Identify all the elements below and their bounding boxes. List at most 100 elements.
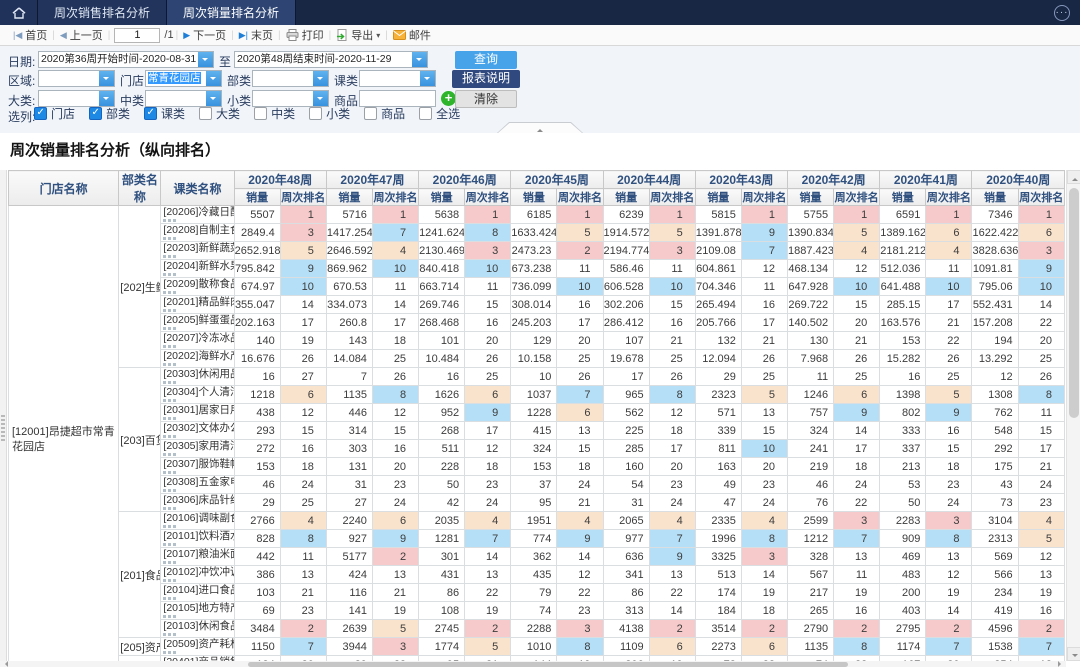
window-menu-icon[interactable]: ··· (1054, 5, 1070, 21)
next-page-button[interactable]: ▶下一页 (178, 27, 231, 43)
panel-collapse-handle[interactable] (497, 122, 583, 133)
trend-mini-icon[interactable] (163, 255, 176, 258)
export-button[interactable]: 导出▾ (331, 27, 385, 43)
qty-cell: 811 (695, 440, 741, 458)
add-goods-icon[interactable]: + (441, 91, 456, 106)
vertical-scrollbar[interactable] (1066, 170, 1080, 661)
query-button[interactable]: 查询 (455, 51, 517, 69)
class-name-cell: [20203]新鲜蔬菜 (161, 242, 234, 260)
mail-button[interactable]: 邮件 (388, 27, 436, 43)
trend-mini-icon[interactable] (163, 219, 176, 222)
rank-cell: 14 (741, 566, 787, 584)
column-checkbox-4[interactable]: 中类 (254, 105, 295, 122)
date-from-select[interactable]: 2020第36周开始时间-2020-08-31 (38, 51, 214, 68)
trend-mini-icon[interactable] (163, 345, 176, 348)
trend-mini-icon[interactable] (163, 597, 176, 600)
qty-cell: 29 (234, 494, 280, 512)
qty-cell: 140 (234, 332, 280, 350)
trend-mini-icon[interactable] (163, 435, 176, 438)
column-checkbox-3[interactable]: 大类 (199, 105, 240, 122)
trend-mini-icon[interactable] (163, 525, 176, 528)
horizontal-scroll-thumb[interactable] (248, 662, 848, 667)
trend-mini-icon[interactable] (163, 615, 176, 618)
dept-select[interactable] (252, 70, 329, 87)
qty-cell: 362 (511, 548, 557, 566)
trend-mini-icon[interactable] (163, 309, 176, 312)
dropdown-arrow-icon[interactable] (313, 91, 328, 106)
checkbox-checked-icon[interactable] (144, 107, 157, 120)
store-select[interactable]: 常青花园店 (145, 70, 222, 87)
print-button[interactable]: 打印 (281, 27, 329, 43)
checkbox-unchecked-icon[interactable] (199, 107, 212, 120)
checkbox-unchecked-icon[interactable] (364, 107, 377, 120)
date-label: 日期: (8, 53, 35, 70)
first-page-button[interactable]: |◀首页 (8, 27, 52, 43)
checkbox-checked-icon[interactable] (89, 107, 102, 120)
trend-mini-icon[interactable] (163, 363, 176, 366)
home-button[interactable] (0, 0, 38, 25)
trend-mini-icon[interactable] (163, 633, 176, 636)
to-label: 至 (219, 53, 231, 70)
scroll-down-icon[interactable] (1067, 647, 1080, 661)
trend-mini-icon[interactable] (163, 453, 176, 456)
dropdown-arrow-icon[interactable] (99, 71, 114, 86)
checkbox-unchecked-icon[interactable] (254, 107, 267, 120)
rank-cell: 3 (372, 638, 418, 656)
trend-mini-icon[interactable] (163, 507, 176, 510)
column-checkbox-row: 门店部类课类大类中类小类商品全选 (34, 105, 460, 122)
vertical-scroll-thumb[interactable] (1069, 188, 1079, 418)
dropdown-arrow-icon[interactable] (206, 91, 221, 106)
dropdown-arrow-icon[interactable] (206, 71, 221, 86)
scroll-left-icon[interactable] (2, 661, 8, 667)
class-name-cell: [20205]鲜蛋蛋品 (161, 314, 234, 332)
class-select[interactable] (359, 70, 436, 87)
trend-mini-icon[interactable] (163, 651, 176, 654)
scroll-up-icon[interactable] (1067, 170, 1080, 184)
qty-cell: 285 (603, 440, 649, 458)
checkbox-unchecked-icon[interactable] (419, 107, 432, 120)
region-select[interactable] (38, 70, 115, 87)
scroll-right-icon[interactable] (1058, 661, 1064, 667)
column-checkbox-6[interactable]: 商品 (364, 105, 405, 122)
trend-mini-icon[interactable] (163, 291, 176, 294)
splitter-grip[interactable] (1, 415, 5, 441)
date-to-select[interactable]: 2020第48周结束时间-2020-11-29 (234, 51, 428, 68)
dropdown-arrow-icon[interactable] (198, 52, 213, 67)
qty-cell: 314 (326, 422, 372, 440)
clear-button[interactable]: 清除 (455, 90, 517, 108)
trend-mini-icon[interactable] (163, 273, 176, 276)
column-checkbox-0[interactable]: 门店 (34, 105, 75, 122)
column-checkbox-2[interactable]: 课类 (144, 105, 185, 122)
dropdown-arrow-icon[interactable] (99, 91, 114, 106)
trend-mini-icon[interactable] (163, 471, 176, 474)
trend-mini-icon[interactable] (163, 543, 176, 546)
column-checkbox-5[interactable]: 小类 (309, 105, 350, 122)
checkbox-checked-icon[interactable] (34, 107, 47, 120)
trend-mini-icon[interactable] (163, 399, 176, 402)
checkbox-unchecked-icon[interactable] (309, 107, 322, 120)
trend-mini-icon[interactable] (163, 579, 176, 582)
trend-mini-icon[interactable] (163, 489, 176, 492)
qty-cell: 2639 (326, 620, 372, 638)
dropdown-arrow-icon[interactable] (412, 52, 427, 67)
dropdown-arrow-icon[interactable] (313, 71, 328, 86)
trend-mini-icon[interactable] (163, 381, 176, 384)
horizontal-scrollbar[interactable] (0, 661, 1066, 667)
column-checkbox-7[interactable]: 全选 (419, 105, 460, 122)
page-number-input[interactable] (114, 28, 160, 43)
dropdown-arrow-icon[interactable] (420, 71, 435, 86)
tab-volume-ranking[interactable]: 周次销量排名分析 (167, 0, 296, 25)
last-page-button[interactable]: ▶|末页 (234, 27, 278, 43)
qty-cell: 219 (788, 458, 834, 476)
qty-cell: 431 (419, 566, 465, 584)
prev-page-button[interactable]: ◀上一页 (55, 27, 108, 43)
trend-mini-icon[interactable] (163, 417, 176, 420)
report-info-button[interactable]: 报表说明 (452, 70, 520, 88)
rank-cell: 18 (372, 332, 418, 350)
tab-sales-ranking[interactable]: 周次销售排名分析 (38, 0, 167, 25)
trend-mini-icon[interactable] (163, 561, 176, 564)
qty-subheader: 销量 (972, 189, 1018, 206)
trend-mini-icon[interactable] (163, 327, 176, 330)
trend-mini-icon[interactable] (163, 237, 176, 240)
column-checkbox-1[interactable]: 部类 (89, 105, 130, 122)
